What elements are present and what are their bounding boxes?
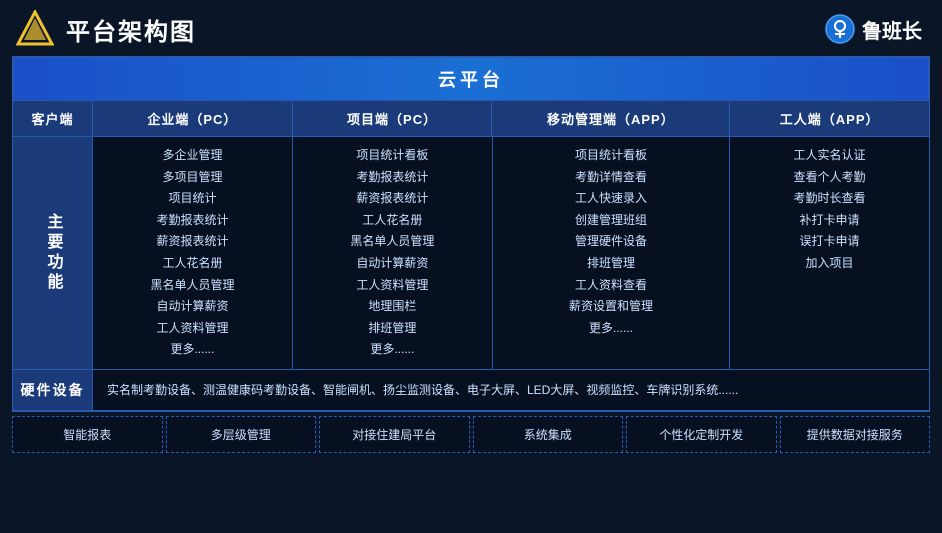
feature-item: 排班管理 bbox=[499, 253, 723, 275]
col-header-mobile: 移动管理端（APP） bbox=[492, 101, 730, 136]
hardware-row: 硬件设备 实名制考勤设备、测温健康码考勤设备、智能闸机、扬尘监测设备、电子大屏、… bbox=[13, 370, 929, 411]
feature-item: 工人花名册 bbox=[99, 253, 286, 275]
feature-item: 补打卡申请 bbox=[736, 210, 923, 232]
hardware-content: 实名制考勤设备、测温健康码考勤设备、智能闸机、扬尘监测设备、电子大屏、LED大屏… bbox=[93, 370, 929, 410]
feature-item: 工人花名册 bbox=[299, 210, 486, 232]
feature-item: 考勤报表统计 bbox=[99, 210, 286, 232]
feature-item: 薪资设置和管理 bbox=[499, 296, 723, 318]
feature-item: 黑名单人员管理 bbox=[299, 231, 486, 253]
bottom-features: 智能报表多层级管理对接住建局平台系统集成个性化定制开发提供数据对接服务 bbox=[12, 416, 930, 453]
main-function-label: 主要功能 bbox=[13, 137, 93, 369]
feature-item: 考勤时长查看 bbox=[736, 188, 923, 210]
app-container: 平台架构图 鲁班长 云平台 客户端 企业端（PC） bbox=[0, 0, 942, 533]
bottom-feature-item: 系统集成 bbox=[473, 416, 624, 453]
feature-item: 创建管理班组 bbox=[499, 210, 723, 232]
feature-item: 查看个人考勤 bbox=[736, 167, 923, 189]
feature-item: 排班管理 bbox=[299, 318, 486, 340]
feature-item: 更多...... bbox=[499, 318, 723, 340]
enterprise-features: 多企业管理多项目管理项目统计考勤报表统计薪资报表统计工人花名册黑名单人员管理自动… bbox=[93, 137, 293, 369]
feature-item: 考勤报表统计 bbox=[299, 167, 486, 189]
bottom-feature-item: 多层级管理 bbox=[166, 416, 317, 453]
bottom-feature-item: 智能报表 bbox=[12, 416, 163, 453]
feature-item: 更多...... bbox=[99, 339, 286, 361]
logo-icon bbox=[16, 10, 54, 48]
feature-item: 地理围栏 bbox=[299, 296, 486, 318]
feature-item: 加入项目 bbox=[736, 253, 923, 275]
bottom-feature-item: 对接住建局平台 bbox=[319, 416, 470, 453]
feature-item: 工人资料查看 bbox=[499, 275, 723, 297]
feature-item: 工人资料管理 bbox=[99, 318, 286, 340]
feature-item: 管理硬件设备 bbox=[499, 231, 723, 253]
project-features: 项目统计看板考勤报表统计薪资报表统计工人花名册黑名单人员管理自动计算薪资工人资料… bbox=[293, 137, 493, 369]
brand-icon bbox=[824, 13, 856, 45]
hardware-label: 硬件设备 bbox=[13, 370, 93, 410]
feature-item: 工人快速录入 bbox=[499, 188, 723, 210]
feature-item: 多企业管理 bbox=[99, 145, 286, 167]
feature-item: 多项目管理 bbox=[99, 167, 286, 189]
brand-logo: 鲁班长 bbox=[824, 13, 922, 45]
feature-item: 工人资料管理 bbox=[299, 275, 486, 297]
feature-item: 项目统计看板 bbox=[299, 145, 486, 167]
mobile-features: 项目统计看板考勤详情查看工人快速录入创建管理班组管理硬件设备排班管理工人资料查看… bbox=[493, 137, 730, 369]
col-header-client: 客户端 bbox=[13, 101, 93, 136]
col-header-project: 项目端（PC） bbox=[293, 101, 493, 136]
col-header-worker: 工人端（APP） bbox=[730, 101, 929, 136]
feature-item: 项目统计看板 bbox=[499, 145, 723, 167]
feature-item: 自动计算薪资 bbox=[299, 253, 486, 275]
col-header-enterprise: 企业端（PC） bbox=[93, 101, 293, 136]
page-title: 平台架构图 bbox=[66, 12, 196, 47]
feature-item: 项目统计 bbox=[99, 188, 286, 210]
header: 平台架构图 鲁班长 bbox=[0, 0, 942, 56]
bottom-feature-item: 提供数据对接服务 bbox=[780, 416, 931, 453]
brand-name: 鲁班长 bbox=[862, 15, 922, 44]
feature-item: 薪资报表统计 bbox=[99, 231, 286, 253]
column-headers: 客户端 企业端（PC） 项目端（PC） 移动管理端（APP） 工人端（APP） bbox=[13, 101, 929, 137]
feature-item: 黑名单人员管理 bbox=[99, 275, 286, 297]
feature-item: 自动计算薪资 bbox=[99, 296, 286, 318]
feature-item: 误打卡申请 bbox=[736, 231, 923, 253]
feature-item: 更多...... bbox=[299, 339, 486, 361]
feature-item: 考勤详情查看 bbox=[499, 167, 723, 189]
feature-item: 薪资报表统计 bbox=[299, 188, 486, 210]
cloud-platform-row: 云平台 bbox=[13, 57, 929, 101]
main-function-row: 主要功能 多企业管理多项目管理项目统计考勤报表统计薪资报表统计工人花名册黑名单人… bbox=[13, 137, 929, 370]
main-table: 云平台 客户端 企业端（PC） 项目端（PC） 移动管理端（APP） 工人端（A… bbox=[12, 56, 930, 412]
worker-features: 工人实名认证查看个人考勤考勤时长查看补打卡申请误打卡申请加入项目 bbox=[730, 137, 929, 369]
cloud-platform-label: 云平台 bbox=[438, 70, 504, 90]
header-left: 平台架构图 bbox=[16, 10, 196, 48]
feature-item: 工人实名认证 bbox=[736, 145, 923, 167]
bottom-feature-item: 个性化定制开发 bbox=[626, 416, 777, 453]
